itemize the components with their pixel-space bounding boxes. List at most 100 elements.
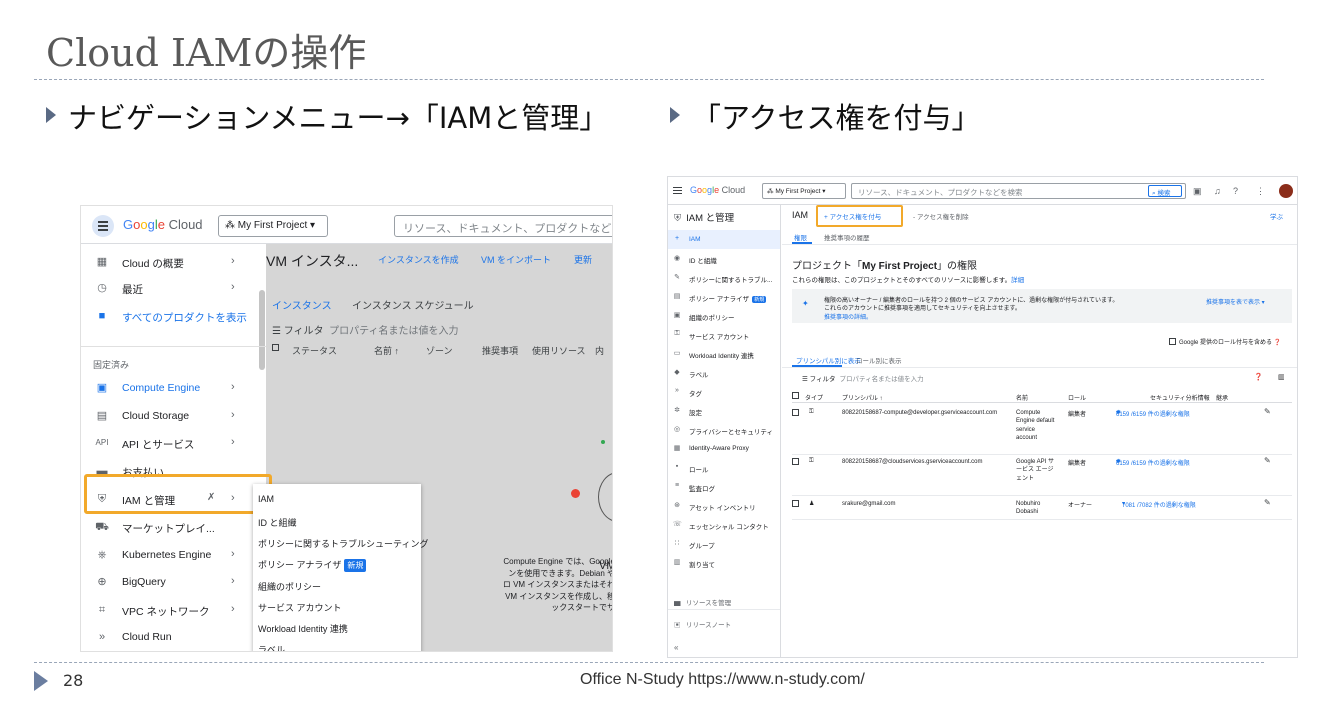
tab-view-by-role[interactable]: ロール別に表示 xyxy=(856,355,902,365)
menu-item-all-products[interactable]: ■ すべてのプロダクトを表示 xyxy=(81,304,266,330)
menu-item-cloud-overview[interactable]: ▦ Cloud の概要 › xyxy=(81,250,266,276)
sidebar-item-settings[interactable]: ✲ 設定 xyxy=(668,401,780,420)
tab-permissions[interactable]: 権限 xyxy=(794,232,807,242)
submenu-item-service-accounts[interactable]: サービス アカウント xyxy=(258,601,342,614)
submenu-item-policy-troubleshooter[interactable]: ポリシーに関するトラブルシューティング xyxy=(258,537,428,550)
tab-schedules[interactable]: インスタンス スケジュール xyxy=(352,297,474,312)
submenu-item-labels[interactable]: ラベル xyxy=(258,643,285,651)
cloud-shell-icon[interactable]: ▣ xyxy=(1193,186,1202,197)
nav-menu-screenshot: Google Cloud ⁂ My First Project ▾ リソース、ド… xyxy=(80,205,613,652)
hamburger-menu-icon[interactable] xyxy=(92,215,114,237)
select-all-checkbox[interactable] xyxy=(792,392,799,399)
recommendation-details-link[interactable]: 推奨事項の詳細。 xyxy=(824,312,872,321)
menu-item-api-services[interactable]: API API とサービス › xyxy=(81,431,266,457)
sidebar-item-groups[interactable]: ∷ グループ xyxy=(668,534,780,553)
sidebar-item-essential-contacts[interactable]: ☏ エッセンシャル コンタクト xyxy=(668,515,780,534)
project-selector[interactable]: ⁂ My First Project ▾ xyxy=(218,215,328,237)
submenu-item-policy-analyzer[interactable]: ポリシー アナライザ 新規 xyxy=(258,558,367,572)
menu-item-recent[interactable]: ◷ 最近 › xyxy=(81,276,266,302)
manage-resources-link[interactable]: ▆ リソースを管理 xyxy=(674,597,731,607)
table-header: タイプ プリンシパル ↑ 名前 ロール セキュリティ分析情報 継承 xyxy=(792,391,1292,403)
table-row: ⚿ 808220158687@cloudservices.gserviceacc… xyxy=(792,456,1292,496)
menu-item-cloud-run[interactable]: » Cloud Run xyxy=(81,625,266,651)
security-insights-link[interactable]: ✹ 6159 /6159 件の過剰な権限 ▾ xyxy=(1116,458,1190,467)
footer-divider xyxy=(34,662,1264,663)
tab-divider xyxy=(782,367,1297,368)
bell-icon[interactable]: ♫ xyxy=(1214,186,1221,196)
network-icon: ⌗ xyxy=(98,604,106,616)
refresh-button[interactable]: 更新 xyxy=(574,253,592,266)
sidebar-item-roles[interactable]: ▪ ロール xyxy=(668,458,780,477)
edit-icon[interactable]: ✎ xyxy=(1264,498,1271,507)
sidebar-item-labels[interactable]: ◆ ラベル xyxy=(668,363,780,382)
submenu-item-workload-identity[interactable]: Workload Identity 連携 xyxy=(258,622,348,635)
submenu-item-identity-org[interactable]: ID と組織 xyxy=(258,516,297,529)
project-selector[interactable]: ⁂ My First Project ▾ xyxy=(762,183,846,199)
import-vm-button[interactable]: VM をインポート xyxy=(481,253,551,266)
security-insights-link[interactable]: ✹ 6159 /6159 件の過剰な権限 ▾ xyxy=(1116,409,1190,418)
column-display-icon[interactable]: ▥ xyxy=(1278,373,1285,381)
menu-item-vpc-network[interactable]: ⌗ VPC ネットワーク › xyxy=(81,598,266,624)
details-link[interactable]: 詳細 xyxy=(1011,277,1024,284)
sidebar-item-tags[interactable]: » タグ xyxy=(668,382,780,401)
collapse-sidebar-icon[interactable]: « xyxy=(674,643,678,652)
create-instance-button[interactable]: インスタンスを作成 xyxy=(378,253,459,266)
filter-bar[interactable]: ☰ フィルタ プロパティ名または値を入力 xyxy=(802,373,924,383)
chevron-right-icon: › xyxy=(231,436,235,448)
hamburger-menu-icon[interactable] xyxy=(673,187,682,195)
menu-item-compute-engine[interactable]: ▣ Compute Engine › xyxy=(81,376,266,402)
search-button[interactable]: ⌕ 検索 xyxy=(1148,185,1182,197)
submenu-item-org-policies[interactable]: 組織のポリシー xyxy=(258,580,321,593)
menu-item-marketplace[interactable]: ⛟ マーケットプレイ... xyxy=(81,515,266,541)
sidebar-item-policy-analyzer[interactable]: ▤ ポリシー アナライザ 新規 xyxy=(668,287,780,306)
sidebar-item-quotas[interactable]: ▥ 割り当て xyxy=(668,553,780,572)
menu-scrollbar[interactable] xyxy=(259,290,265,370)
filter-bar[interactable]: ☰ フィルタ プロパティ名または値を入力 xyxy=(272,322,459,337)
learn-button[interactable]: 学ぶ xyxy=(1270,211,1283,221)
filter-icon: ☰ xyxy=(802,376,810,383)
edit-icon[interactable]: ✎ xyxy=(1264,456,1271,465)
menu-item-bigquery[interactable]: ⊕ BigQuery › xyxy=(81,570,266,596)
include-google-roles-checkbox[interactable]: Google 提供のロール付与を含める ❓ xyxy=(1169,337,1281,346)
sidebar-item-iam[interactable]: + IAM xyxy=(668,230,780,249)
sidebar-item-privacy[interactable]: ◎ プライバシーとセキュリティ xyxy=(668,420,780,439)
sidebar-item-audit-logs[interactable]: ≡ 監査ログ xyxy=(668,477,780,496)
select-all-checkbox[interactable] xyxy=(272,344,279,351)
tab-view-by-principal[interactable]: プリンシパル別に表示 xyxy=(796,355,861,365)
remove-access-button[interactable]: - アクセス権を削除 xyxy=(913,211,969,221)
more-vert-icon[interactable]: ⋮ xyxy=(1256,186,1265,197)
sidebar-item-org-policies[interactable]: ▣ 組織のポリシー xyxy=(668,306,780,325)
release-notes-link[interactable]: ▣ リリースノート xyxy=(674,619,731,629)
sidebar-item-service-accounts[interactable]: ⚿ サービス アカウント xyxy=(668,325,780,344)
row-checkbox[interactable] xyxy=(792,500,799,507)
wrench-icon: ✎ xyxy=(674,274,680,281)
submenu-item-iam[interactable]: IAM xyxy=(258,494,274,504)
tab-instances[interactable]: インスタンス xyxy=(272,297,332,312)
menu-item-cloud-storage[interactable]: ▤ Cloud Storage › xyxy=(81,404,266,430)
help-icon[interactable]: ❓ xyxy=(1254,373,1263,381)
console-header: Google Cloud ⁂ My First Project ▾ リソース、ド… xyxy=(668,177,1297,205)
help-icon[interactable]: ? xyxy=(1233,186,1238,196)
edit-icon[interactable]: ✎ xyxy=(1264,407,1271,416)
column-security-insights: セキュリティ分析情報 xyxy=(1150,396,1210,402)
avatar[interactable] xyxy=(1279,184,1293,198)
search-input[interactable]: リソース、ドキュメント、プロダクトなどを検索 xyxy=(851,183,1186,199)
row-checkbox[interactable] xyxy=(792,458,799,465)
google-cloud-logo[interactable]: Google Cloud xyxy=(690,185,745,195)
menu-item-kubernetes[interactable]: ⎈ Kubernetes Engine › xyxy=(81,543,266,569)
sidebar-item-asset-inventory[interactable]: ⊛ アセット インベントリ xyxy=(668,496,780,515)
sidebar-item-troubleshooter[interactable]: ✎ ポリシーに関するトラブル... xyxy=(668,268,780,287)
row-checkbox[interactable] xyxy=(792,409,799,416)
shield-icon: ⛨ xyxy=(674,213,682,224)
sidebar-item-identity-org[interactable]: ◉ ID と組織 xyxy=(668,249,780,268)
search-input[interactable]: リソース、ドキュメント、プロダクトなどを検索 xyxy=(394,215,612,237)
security-insights-link[interactable]: 7081 /7082 件の過剰な権限 ▾ xyxy=(1122,500,1196,509)
google-cloud-logo[interactable]: Google Cloud xyxy=(123,217,203,232)
sidebar-item-workload-identity[interactable]: ▭ Workload Identity 連携 xyxy=(668,344,780,363)
show-recommendations-button[interactable]: 推奨事項を表で表示 ▾ xyxy=(1206,297,1265,306)
sidebar-item-iap[interactable]: ▦ Identity-Aware Proxy xyxy=(668,439,780,458)
chevron-right-icon: › xyxy=(231,381,235,393)
service-account-icon: ⚿ xyxy=(674,330,680,337)
bullet-triangle-icon xyxy=(670,107,680,123)
tab-recommendation-history[interactable]: 推奨事項の履歴 xyxy=(824,232,870,242)
